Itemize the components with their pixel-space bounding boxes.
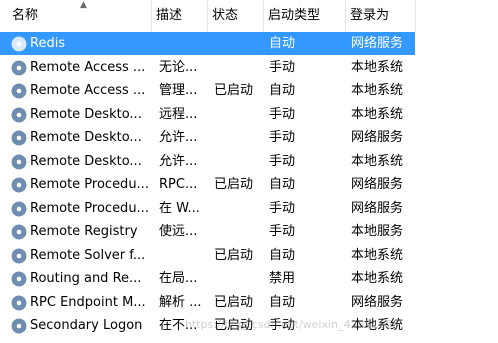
service-name: Remote Access ... (30, 59, 146, 75)
service-name: Remote Deskto... (30, 106, 142, 122)
service-description: 管理... (159, 83, 198, 98)
service-description: 允许... (159, 153, 198, 169)
service-status: 已启动 (214, 294, 254, 310)
service-name: Remote Deskto... (30, 130, 142, 145)
gear-icon (11, 318, 27, 334)
service-description: 在 W... (159, 200, 200, 216)
service-row[interactable]: Remote Procedu... 在 W... 手动 网络服务 (0, 197, 415, 220)
service-status: 已启动 (214, 177, 254, 192)
service-status: 已启动 (214, 247, 254, 263)
service-description: 允许... (159, 130, 198, 145)
column-header-startup-type[interactable]: 启动类型 (264, 0, 346, 32)
service-description: 无论... (159, 59, 198, 75)
service-status (214, 103, 264, 126)
gear-icon (11, 130, 27, 146)
column-header-logon-as-label: 登录为 (350, 8, 390, 23)
service-name: Remote Deskto... (30, 153, 142, 169)
service-logon-as: 本地系统 (351, 153, 404, 169)
service-logon-as: 本地系统 (351, 106, 404, 122)
gear-icon (11, 271, 27, 287)
column-header-name-label: 名称 (12, 8, 39, 23)
gear-icon (11, 224, 27, 240)
service-startup-type: 手动 (269, 106, 296, 122)
service-row[interactable]: Remote Deskto... 允许... 手动 本地系统 (0, 150, 415, 173)
service-status (214, 32, 264, 55)
service-name: Remote Solver f... (30, 247, 146, 263)
service-row[interactable]: RPC Endpoint M... 解析 ... 已启动 自动 网络服务 (0, 291, 415, 314)
service-startup-type: 自动 (269, 177, 296, 192)
service-startup-type: 手动 (269, 130, 296, 145)
service-name: RPC Endpoint M... (30, 294, 146, 310)
gear-icon (11, 36, 27, 52)
column-header-status[interactable]: 状态 (208, 0, 264, 32)
sort-ascending-icon: ▲ (80, 0, 87, 10)
service-row[interactable]: Remote Solver f... 已启动 自动 本地系统 (0, 244, 415, 267)
gear-icon (11, 295, 27, 311)
service-description: 解析 ... (159, 294, 202, 310)
service-logon-as: 网络服务 (351, 294, 404, 310)
service-logon-as: 网络服务 (351, 177, 404, 192)
service-status (214, 56, 264, 79)
column-header-description[interactable]: 描述 (152, 0, 208, 32)
service-name: Remote Procedu... (30, 177, 149, 192)
gear-icon (11, 60, 27, 76)
service-startup-type: 自动 (269, 294, 296, 310)
service-row[interactable]: Remote Access ... 管理... 已启动 自动 本地系统 (0, 79, 415, 102)
column-header-description-label: 描述 (156, 8, 183, 23)
service-startup-type: 手动 (269, 224, 296, 239)
column-header-status-label: 状态 (212, 8, 239, 23)
service-logon-as: 本地系统 (351, 83, 404, 98)
service-row[interactable]: Remote Access ... 无论... 手动 本地系统 (0, 56, 415, 79)
service-logon-as: 网络服务 (351, 200, 404, 216)
gear-icon (11, 107, 27, 123)
service-startup-type: 手动 (269, 200, 296, 216)
service-logon-as: 本地系统 (351, 59, 404, 75)
service-row[interactable]: Redis 自动 网络服务 (0, 32, 415, 55)
service-status: 已启动 (214, 83, 254, 98)
column-header-startup-type-label: 启动类型 (268, 8, 321, 23)
service-status (214, 126, 264, 149)
service-logon-as: 网络服务 (351, 130, 404, 145)
gear-icon (11, 83, 27, 99)
service-status (214, 220, 264, 243)
gear-icon (11, 201, 27, 217)
service-row[interactable]: Remote Deskto... 远程... 手动 本地系统 (0, 103, 415, 126)
service-startup-type: 自动 (269, 83, 296, 98)
gear-icon (11, 248, 27, 264)
service-status (214, 197, 264, 220)
service-description (159, 32, 208, 55)
gear-icon (11, 177, 27, 193)
service-row[interactable]: Routing and Re... 在局... 禁用 本地系统 (0, 267, 415, 290)
service-logon-as: 本地系统 (351, 247, 404, 263)
column-header-bar: 名称 ▲ 描述 状态 启动类型 登录为 (0, 0, 498, 32)
service-logon-as: 本地系统 (351, 271, 404, 286)
column-header-logon-as[interactable]: 登录为 (346, 0, 416, 32)
service-startup-type: 禁用 (269, 271, 296, 286)
service-name: Remote Registry (30, 224, 138, 239)
watermark: https://blog.csdn.net/weixin_43851056 (185, 318, 400, 331)
service-logon-as: 本地服务 (351, 224, 404, 239)
service-name: Routing and Re... (30, 271, 142, 286)
service-description: RPC... (159, 177, 198, 192)
service-name: Remote Access ... (30, 83, 146, 98)
service-name: Secondary Logon (30, 318, 143, 333)
service-startup-type: 手动 (269, 153, 296, 169)
service-status (214, 267, 264, 290)
service-row[interactable]: Remote Procedu... RPC... 已启动 自动 网络服务 (0, 173, 415, 196)
service-logon-as: 网络服务 (351, 36, 404, 51)
service-name: Redis (30, 36, 66, 51)
service-description (159, 244, 208, 267)
service-name: Remote Procedu... (30, 200, 149, 216)
service-row[interactable]: Remote Registry 使远... 手动 本地服务 (0, 220, 415, 243)
service-startup-type: 自动 (269, 36, 296, 51)
column-header-name[interactable]: 名称 ▲ (8, 0, 152, 32)
service-status (214, 150, 264, 173)
service-row[interactable]: Remote Deskto... 允许... 手动 网络服务 (0, 126, 415, 149)
gear-icon (11, 154, 27, 170)
service-description: 在局... (159, 271, 198, 286)
service-description: 使远... (159, 224, 198, 239)
service-startup-type: 自动 (269, 247, 296, 263)
service-startup-type: 手动 (269, 59, 296, 75)
service-description: 远程... (159, 106, 198, 122)
